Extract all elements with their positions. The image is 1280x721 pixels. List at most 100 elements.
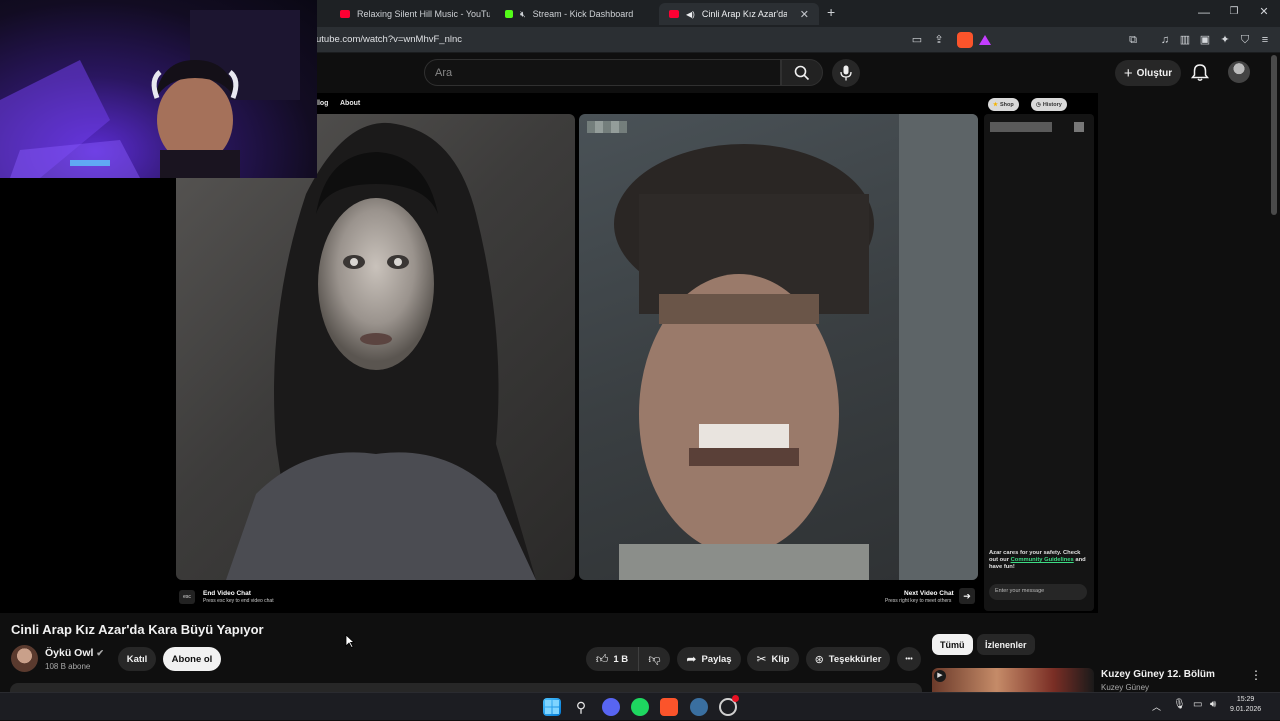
like-button[interactable]: 👍︎ 1 B [586, 647, 638, 671]
chevron-up-icon[interactable]: ︿ [1152, 700, 1161, 713]
clock-date: 9.01.2026 [1230, 706, 1262, 713]
media-control-icon[interactable]: ♫ [1158, 33, 1172, 47]
youtube-icon [340, 10, 350, 18]
cast-icon[interactable]: ▭ [910, 33, 924, 47]
wallet-icon[interactable]: ▣ [1198, 33, 1212, 47]
end-chat-title: End Video Chat [203, 590, 251, 597]
streamer-webcam-overlay [0, 0, 317, 178]
create-button[interactable]: + Oluştur [1115, 60, 1181, 86]
like-count: 1 B [613, 653, 629, 665]
close-window-button[interactable]: ✕ [1256, 5, 1272, 18]
blurred-username [587, 121, 627, 133]
esc-key-icon: esc [179, 590, 195, 604]
tab-search-icon[interactable]: ⧉ [1126, 33, 1140, 47]
kebab-menu-icon[interactable]: ⋮ [1250, 668, 1262, 682]
page-scrollbar[interactable] [1271, 55, 1277, 215]
search-input[interactable]: Ara [424, 59, 781, 86]
plus-icon: + [1123, 64, 1133, 82]
super-thanks-icon: ⊛ [814, 653, 824, 666]
thumbs-up-icon: 👍︎ [595, 651, 609, 666]
obs-icon[interactable] [719, 695, 739, 716]
channel-avatar[interactable] [11, 645, 38, 672]
chip-all[interactable]: Tümü [932, 634, 973, 655]
close-tab-icon[interactable]: ✕ [800, 8, 809, 21]
brave-browser-icon[interactable] [660, 698, 678, 716]
restore-button[interactable]: ❐ [1226, 6, 1242, 17]
brave-shields-icon[interactable] [957, 32, 973, 48]
recommendation-channel: Kuzey Güney [1101, 683, 1150, 692]
app-network-icon[interactable] [690, 698, 708, 716]
verified-icon: ✔︎ [96, 648, 104, 658]
video-overlay-link-about: About [340, 100, 361, 107]
new-tab-button[interactable]: + [827, 4, 835, 20]
vpn-shield-icon[interactable]: ⛉ [1238, 33, 1252, 47]
tab-title: Cinli Arap Kız Azar'da Kara Bü [701, 9, 787, 19]
streamer-webcam-image [0, 10, 300, 178]
video-overlay-link-blog: llog [316, 100, 329, 107]
search-taskbar-icon[interactable]: ⚲ [572, 698, 590, 716]
video-title: Cinli Arap Kız Azar'da Kara Büyü Yapıyor [11, 622, 264, 637]
clock-time: 15:29 [1236, 696, 1255, 703]
create-label: Oluştur [1136, 67, 1173, 79]
recommendation-title[interactable]: Kuzey Güney 12. Bölüm [1101, 669, 1215, 680]
sidebar-toggle-icon[interactable]: ▥ [1178, 33, 1192, 47]
user-avatar[interactable] [1228, 61, 1250, 83]
menu-icon[interactable]: ≡ [1258, 33, 1272, 47]
message-input: Enter your message [989, 584, 1087, 600]
microphone-icon [840, 65, 852, 81]
search-button[interactable] [781, 59, 823, 86]
channel-name[interactable]: Öykü Owl ✔︎ [45, 647, 104, 659]
recommendation-thumbnail[interactable]: ▶ [932, 668, 1094, 692]
windows-taskbar: ⚲ ︿ 🎙︎ ▭ 🔊︎ [0, 692, 1280, 720]
url-field[interactable]: utube.com/watch?v=wnMhvF_nlnc [316, 34, 462, 45]
arrow-right-icon: ➔ [959, 588, 975, 604]
voice-search-button[interactable] [832, 59, 860, 87]
mute-icon[interactable]: 🔇︎ [520, 9, 526, 20]
join-button[interactable]: Katıl [118, 647, 156, 671]
shop-label: Shop [999, 101, 1014, 108]
next-chat-title: Next Video Chat [904, 590, 954, 597]
end-chat-hint: Press esc key to end video chat [203, 598, 274, 604]
discord-icon[interactable] [602, 698, 620, 716]
minimize-button[interactable]: — [1196, 5, 1212, 19]
microphone-tray-icon[interactable]: 🎙︎ [1173, 699, 1186, 710]
network-icon[interactable]: ▭ [1193, 699, 1202, 710]
taskbar-clock[interactable]: 15:29 9.01.2026 [1230, 695, 1261, 715]
leo-ai-icon[interactable]: ✦ [1218, 33, 1232, 47]
notifications-bell-icon[interactable] [1190, 64, 1210, 82]
share-page-icon[interactable]: ⇪ [932, 33, 946, 47]
share-icon: ➦ [686, 652, 697, 666]
thanks-button[interactable]: ⊛ Teşekkürler [806, 647, 890, 671]
subscriber-count: 108 B abone [45, 662, 91, 671]
brave-rewards-icon[interactable] [979, 35, 991, 45]
share-button[interactable]: ➦ Paylaş [677, 647, 741, 671]
video-chat-right-panel [579, 114, 978, 580]
community-guidelines-link: Community Guidelines [1010, 557, 1074, 563]
chip-watched[interactable]: İzlenenler [977, 634, 1035, 655]
blurred-header [990, 122, 1052, 132]
clip-button[interactable]: ✂ Klip [747, 647, 799, 671]
speaker-icon[interactable]: ◀︎) [686, 10, 695, 19]
tab-kick-dashboard[interactable]: 🔇︎ Stream - Kick Dashboard [495, 3, 655, 25]
notification-dot [732, 695, 739, 702]
thumbs-down-icon: 👎︎ [648, 651, 661, 666]
tab-current-video[interactable]: ◀︎) Cinli Arap Kız Azar'da Kara Bü ✕ [659, 3, 819, 25]
spotify-icon[interactable] [631, 698, 649, 716]
channel-name-text: Öykü Owl [45, 647, 94, 659]
more-actions-button[interactable]: ••• [897, 647, 921, 671]
tab-relaxing-silent-hill[interactable]: Relaxing Silent Hill Music - YouTube [330, 3, 490, 25]
clock-icon: ◷ [1036, 101, 1041, 108]
clip-label: Klip [771, 653, 790, 665]
shop-pill[interactable]: ★ Shop [988, 98, 1019, 111]
play-icon: ▶ [934, 670, 946, 682]
share-label: Paylaş [701, 653, 732, 665]
history-pill[interactable]: ◷ History [1031, 98, 1067, 111]
volume-icon[interactable]: 🔊︎ [1210, 699, 1216, 710]
windows-start-icon[interactable] [543, 698, 561, 716]
dislike-button[interactable]: 👎︎ [638, 647, 670, 671]
hooded-figure-image [226, 122, 536, 580]
video-chat-controls: esc End Video Chat Press esc key to end … [176, 582, 978, 611]
safety-notice: Azar cares for your safety. Check out ou… [989, 550, 1089, 571]
star-icon: ★ [993, 101, 998, 108]
subscribe-button[interactable]: Abone ol [163, 647, 221, 671]
